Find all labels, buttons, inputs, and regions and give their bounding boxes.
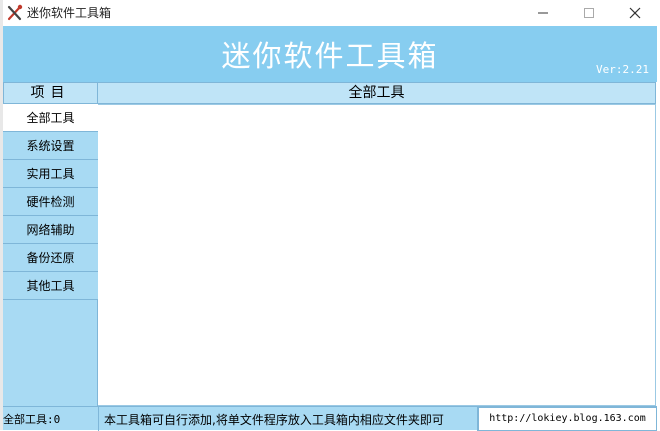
sidebar-item-utilities[interactable]: 实用工具 [3, 160, 98, 188]
sidebar-item-hardware-check[interactable]: 硬件检测 [3, 188, 98, 216]
close-icon [629, 7, 641, 19]
close-button[interactable] [612, 0, 658, 26]
maximize-icon [584, 8, 594, 18]
status-bar: 全部工具:0 本工具箱可自行添加,将单文件程序放入工具箱内相应文件夹即可 htt… [3, 406, 657, 431]
version-label: Ver:2.21 [596, 63, 649, 76]
tool-count: 全部工具:0 [3, 413, 61, 426]
category-sidebar: 全部工具 系统设置 实用工具 硬件检测 网络辅助 备份还原 其他工具 [3, 104, 98, 406]
content-header: 全部工具 [98, 82, 656, 104]
sidebar-item-system-settings[interactable]: 系统设置 [3, 132, 98, 160]
minimize-icon [538, 12, 548, 14]
homepage-link[interactable]: http://lokiey.blog.163.com [478, 407, 657, 431]
sidebar-item-backup-restore[interactable]: 备份还原 [3, 244, 98, 272]
sidebar-item-network-assist[interactable]: 网络辅助 [3, 216, 98, 244]
sidebar-item-all-tools[interactable]: 全部工具 [3, 104, 98, 132]
status-divider [98, 407, 99, 431]
minimize-button[interactable] [520, 0, 566, 26]
tools-icon [6, 4, 24, 22]
banner-title: 迷你软件工具箱 [221, 39, 439, 73]
window-title: 迷你软件工具箱 [27, 6, 112, 20]
banner: 迷你软件工具箱 Ver:2.21 [3, 26, 657, 82]
sidebar-header: 项目 [3, 82, 98, 104]
tool-list-area[interactable] [98, 104, 656, 406]
status-message: 本工具箱可自行添加,将单文件程序放入工具箱内相应文件夹即可 [104, 413, 444, 427]
maximize-button[interactable] [566, 0, 612, 26]
sidebar-item-other-tools[interactable]: 其他工具 [3, 272, 98, 300]
